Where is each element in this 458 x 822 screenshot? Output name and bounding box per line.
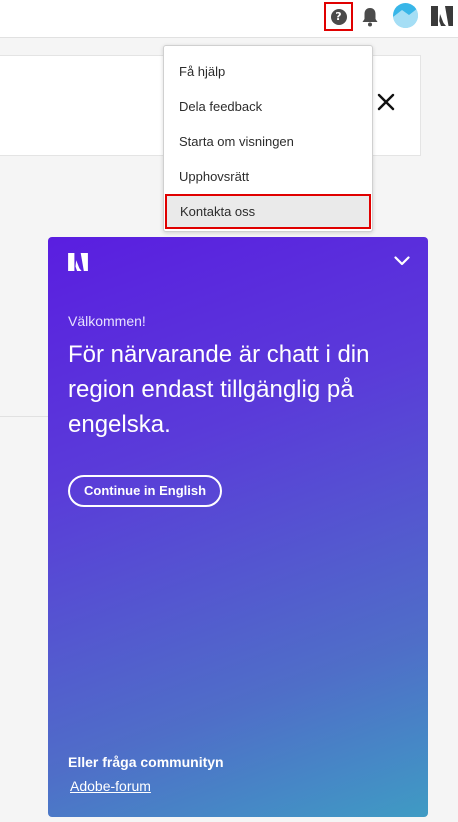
help-icon: ? — [330, 8, 347, 25]
adobe-forum-link[interactable]: Adobe-forum — [70, 778, 151, 794]
chevron-down-icon[interactable] — [394, 256, 410, 266]
divider — [0, 416, 48, 417]
help-menu: Få hjälp Dela feedback Starta om visning… — [163, 45, 373, 232]
top-bar: ? — [0, 0, 458, 38]
bell-icon[interactable] — [360, 6, 380, 28]
chat-panel: Välkommen! För närvarande är chatt i din… — [48, 237, 428, 817]
community-label: Eller fråga communityn — [68, 754, 224, 770]
menu-item-share-feedback[interactable]: Dela feedback — [164, 89, 372, 124]
menu-item-copyright[interactable]: Upphovsrätt — [164, 159, 372, 194]
menu-item-restart-tour[interactable]: Starta om visningen — [164, 124, 372, 159]
menu-item-get-help[interactable]: Få hjälp — [164, 54, 372, 89]
adobe-logo-icon — [68, 253, 88, 271]
continue-in-english-button[interactable]: Continue in English — [68, 475, 223, 507]
close-icon[interactable] — [376, 92, 396, 112]
help-button[interactable]: ? — [324, 2, 353, 31]
chat-headline: För närvarande är chatt i din region end… — [68, 341, 370, 438]
avatar[interactable] — [393, 3, 418, 28]
welcome-text: Välkommen! — [68, 313, 146, 329]
adobe-logo-icon[interactable] — [431, 6, 453, 26]
menu-item-contact-us[interactable]: Kontakta oss — [165, 194, 371, 229]
